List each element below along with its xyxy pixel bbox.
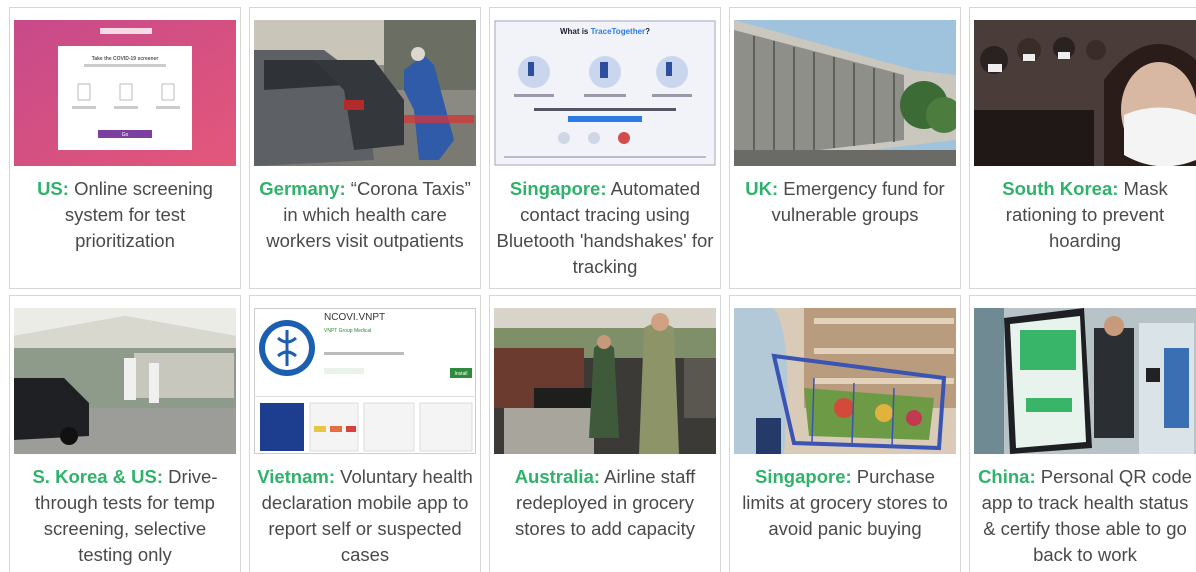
country-label: China: — [978, 466, 1036, 487]
caption-germany: Germany: “Corona Taxis” in which health … — [254, 176, 476, 254]
online-screening-image: Take the COVID-19 screener Go — [14, 20, 236, 166]
caption-us: US: Online screening system for test pri… — [14, 176, 236, 254]
tracetogether-infographic: What is TraceTogether? — [494, 20, 716, 166]
card-s-korea-us: S. Korea & US: Drive-through tests for t… — [9, 295, 241, 572]
government-building-image — [734, 20, 956, 166]
caption-singapore-limits: Singapore: Purchase limits at grocery st… — [734, 464, 956, 542]
drive-through-image — [14, 308, 236, 454]
card-china: China: Personal QR code app to track hea… — [969, 295, 1196, 572]
grocery-checkout-image — [494, 308, 716, 454]
measure-description: Emergency fund for vulnerable groups — [771, 178, 945, 225]
card-germany: Germany: “Corona Taxis” in which health … — [249, 7, 481, 289]
card-australia: Australia: Airline staff redeployed in g… — [489, 295, 721, 572]
card-us: Take the COVID-19 screener Go US: Online… — [9, 7, 241, 289]
crowd-masks-photo — [974, 20, 1196, 166]
screener-go-button: Go — [122, 132, 129, 138]
app-category: Medical — [354, 328, 371, 334]
caption-vietnam: Vietnam: Voluntary health declaration mo… — [254, 464, 476, 568]
app-developer: VNPT Group — [324, 328, 353, 334]
crowd-masks-image — [974, 20, 1196, 166]
country-label: S. Korea & US: — [32, 466, 164, 487]
card-vietnam: NCOVI.VNPT VNPT Group Medical Install Vi… — [249, 295, 481, 572]
country-label: South Korea: — [1002, 178, 1119, 199]
caption-uk: UK: Emergency fund for vulnerable groups — [734, 176, 956, 228]
country-label: Singapore: — [755, 466, 852, 487]
ncovi-app-screenshot: NCOVI.VNPT VNPT Group Medical Install — [254, 308, 476, 454]
caption-s-korea-us: S. Korea & US: Drive-through tests for t… — [14, 464, 236, 568]
screener-title: Take the COVID-19 screener — [92, 56, 159, 62]
drive-up-testing-photo — [254, 20, 476, 166]
online-screening-screenshot: Take the COVID-19 screener Go — [14, 20, 236, 166]
country-label: Vietnam: — [257, 466, 335, 487]
caption-china: China: Personal QR code app to track hea… — [974, 464, 1196, 568]
card-uk: UK: Emergency fund for vulnerable groups — [729, 7, 961, 289]
card-south-korea: South Korea: Mask rationing to prevent h… — [969, 7, 1196, 289]
caption-australia: Australia: Airline staff redeployed in g… — [494, 464, 716, 542]
card-singapore-tracing: What is TraceTogether? Singapore: Automa… — [489, 7, 721, 289]
shopping-cart-photo — [734, 308, 956, 454]
qr-code-image — [974, 308, 1196, 454]
drive-up-testing-image — [254, 20, 476, 166]
response-measures-grid: Take the COVID-19 screener Go US: Online… — [0, 0, 1196, 572]
caption-south-korea: South Korea: Mask rationing to prevent h… — [974, 176, 1196, 254]
caption-singapore-tracing: Singapore: Automated contact tracing usi… — [494, 176, 716, 280]
measure-description: Online screening system for test priorit… — [64, 178, 213, 251]
qr-code-phone-photo — [974, 308, 1196, 454]
drive-through-tent-photo — [14, 308, 236, 454]
country-label: US: — [37, 178, 69, 199]
country-label: UK: — [745, 178, 779, 199]
government-building-photo — [734, 20, 956, 166]
tracetogether-image: What is TraceTogether? — [494, 20, 716, 166]
tracetogether-title: What is TraceTogether? — [560, 27, 650, 36]
app-name: NCOVI.VNPT — [324, 312, 385, 323]
ncovi-app-image: NCOVI.VNPT VNPT Group Medical Install — [254, 308, 476, 454]
shopping-cart-image — [734, 308, 956, 454]
country-label: Germany: — [259, 178, 346, 199]
country-label: Singapore: — [509, 178, 607, 199]
country-label: Australia: — [514, 466, 601, 487]
grocery-checkout-photo — [494, 308, 716, 454]
install-button: Install — [454, 371, 467, 377]
card-singapore-limits: Singapore: Purchase limits at grocery st… — [729, 295, 961, 572]
